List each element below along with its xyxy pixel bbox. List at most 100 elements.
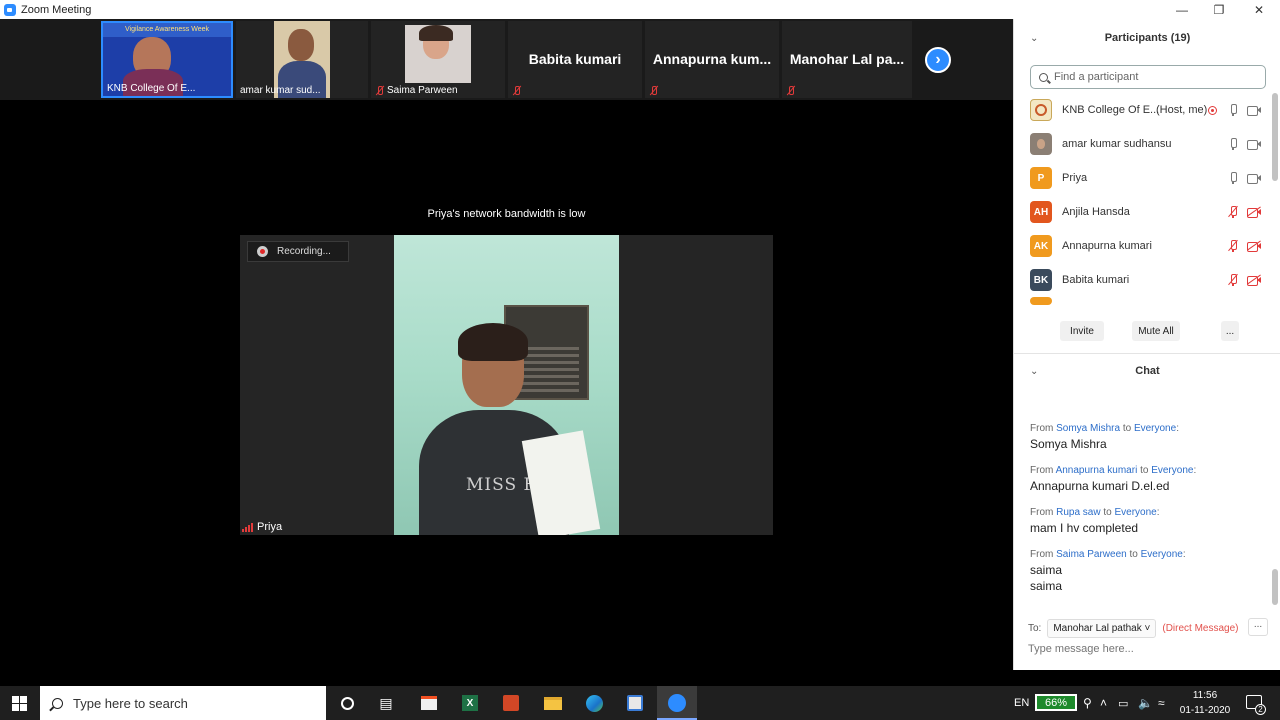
taskbar-search[interactable]: Type here to search <box>40 686 326 720</box>
direct-message-label: (Direct Message) <box>1162 623 1239 634</box>
participant-list: KNB College Of E... (Host, me) amar kuma… <box>1014 93 1272 305</box>
camera-off-icon[interactable] <box>1247 206 1261 218</box>
recording-indicator[interactable]: Recording... <box>247 241 349 262</box>
zoom-icon[interactable] <box>667 693 687 713</box>
cortana-icon[interactable] <box>337 693 357 713</box>
recording-label: Recording... <box>277 246 331 257</box>
chat-recipient-bar: To: Manohar Lal pathak ˅ (Direct Message… <box>1028 619 1239 638</box>
camera-icon[interactable] <box>1247 105 1261 116</box>
chat-message: From Annapurna kumari to Everyone: Annap… <box>1030 465 1270 494</box>
mic-icon[interactable] <box>1228 138 1238 150</box>
battery-indicator[interactable]: 66% <box>1035 694 1077 711</box>
panel-divider <box>1014 353 1280 354</box>
avatar <box>1030 133 1052 155</box>
chat-scrollbar[interactable] <box>1272 569 1278 605</box>
title-bar: Zoom Meeting — ❐ ✕ <box>0 0 1280 19</box>
participant-row[interactable]: BK Babita kumari <box>1014 263 1272 297</box>
avatar: BK <box>1030 269 1052 291</box>
zoom-app-icon <box>4 3 16 16</box>
office-icon[interactable] <box>501 693 521 713</box>
record-icon <box>257 246 268 257</box>
person-face <box>288 29 314 61</box>
muted-mic-icon <box>649 86 658 96</box>
thumbnail-name: Saima Parween <box>375 85 458 96</box>
side-panel: ⌄ Participants (19) Find a participant K… <box>1013 19 1280 670</box>
participant-row[interactable]: P Priya <box>1014 161 1272 195</box>
mic-icon[interactable] <box>1228 172 1238 184</box>
signal-bars-icon <box>242 522 253 532</box>
participant-row[interactable]: AH Anjila Hansda <box>1014 195 1272 229</box>
speaker-name-tag: Priya <box>242 521 282 533</box>
chat-title: Chat <box>1135 365 1160 377</box>
chevron-up-icon[interactable]: ˄ <box>1100 686 1107 720</box>
participant-name: Annapurna kumari <box>1062 240 1152 252</box>
camera-icon[interactable] <box>1247 139 1261 150</box>
recipient-select[interactable]: Manohar Lal pathak ˅ <box>1047 619 1157 638</box>
chat-more-button[interactable]: ... <box>1248 618 1268 636</box>
thumbnail-manohar[interactable]: Manohar Lal pa... <box>782 21 912 98</box>
invite-button[interactable]: Invite <box>1060 321 1104 341</box>
wifi-icon[interactable]: ≈ <box>1158 686 1165 720</box>
file-explorer-icon[interactable] <box>543 693 563 713</box>
camera-off-icon[interactable] <box>1247 240 1261 252</box>
close-button[interactable]: ✕ <box>1239 0 1279 19</box>
chat-message: From Saima Parween to Everyone: saima sa… <box>1030 549 1270 594</box>
avatar: AH <box>1030 201 1052 223</box>
chat-message-input[interactable] <box>1028 643 1268 655</box>
windows-start-icon[interactable] <box>12 696 27 711</box>
participant-row[interactable]: AK Annapurna kumari <box>1014 229 1272 263</box>
participant-name: Anjila Hansda <box>1062 206 1130 218</box>
participant-search-placeholder: Find a participant <box>1054 71 1139 83</box>
participant-name: KNB College Of E... <box>1062 104 1160 116</box>
photos-icon[interactable] <box>625 693 645 713</box>
chat-messages: From Somya Mishra to Everyone: Somya Mis… <box>1014 389 1272 609</box>
thumbnail-saima[interactable]: Saima Parween <box>371 21 505 98</box>
muted-mic-icon[interactable] <box>1228 205 1238 218</box>
microphone-tray-icon[interactable]: ⚲ <box>1083 686 1092 720</box>
muted-mic-icon[interactable] <box>1228 239 1238 252</box>
chevron-down-icon: ˅ <box>1144 623 1151 634</box>
meeting-area: Vigilance Awareness Week KNB College Of … <box>0 19 1013 670</box>
next-page-button[interactable]: › <box>925 47 951 73</box>
camera-icon[interactable] <box>1247 173 1261 184</box>
system-clock[interactable]: 11:56 01-11-2020 <box>1177 688 1233 718</box>
language-indicator[interactable]: EN <box>1014 686 1029 720</box>
bandwidth-notice: Priya's network bandwidth is low <box>427 208 586 220</box>
active-speaker-video[interactable]: Recording... MISS FANC Priya <box>240 235 773 535</box>
participants-scrollbar[interactable] <box>1272 93 1278 181</box>
participant-row[interactable]: amar kumar sudhansu <box>1014 127 1272 161</box>
thumbnail-strip: Vigilance Awareness Week KNB College Of … <box>0 19 1013 100</box>
participant-row[interactable]: KNB College Of E... (Host, me) <box>1014 93 1272 127</box>
battery-tray-icon[interactable]: ▭ <box>1118 686 1128 720</box>
chat-text: Somya Mishra <box>1030 437 1107 451</box>
chevron-right-icon: › <box>935 51 941 68</box>
minimize-button[interactable]: — <box>1162 0 1202 19</box>
participant-search[interactable]: Find a participant <box>1030 65 1266 89</box>
restore-button[interactable]: ❐ <box>1199 0 1239 19</box>
excel-icon[interactable]: X <box>460 693 480 713</box>
store-icon[interactable] <box>419 693 439 713</box>
thumbnail-amar[interactable]: amar kumar sud... <box>236 21 368 98</box>
clock-date: 01-11-2020 <box>1179 705 1231 716</box>
participant-name: amar kumar sudhansu <box>1062 138 1172 150</box>
camera-off-icon[interactable] <box>1247 274 1261 286</box>
participant-name: Priya <box>1062 172 1088 184</box>
speaker-name: Priya <box>257 521 283 533</box>
host-tag: (Host, me) <box>1156 104 1208 116</box>
speaker-icon[interactable]: 🔈 <box>1138 686 1153 720</box>
search-icon <box>1039 72 1048 82</box>
muted-mic-icon <box>786 86 795 96</box>
more-options-button[interactable]: ... <box>1221 321 1239 341</box>
thumbnail-knb-college[interactable]: Vigilance Awareness Week KNB College Of … <box>101 21 233 98</box>
thumbnail-annapurna[interactable]: Annapurna kum... <box>645 21 779 98</box>
avatar <box>1030 297 1052 305</box>
chat-text: saima saima <box>1030 563 1063 593</box>
thumbnail-babita[interactable]: Babita kumari <box>508 21 642 98</box>
mute-all-button[interactable]: Mute All <box>1132 321 1180 341</box>
participant-row[interactable] <box>1014 297 1272 305</box>
muted-mic-icon[interactable] <box>1228 273 1238 286</box>
task-view-icon[interactable]: ▤ <box>376 693 396 713</box>
thumbnail-name: amar kumar sud... <box>240 85 321 96</box>
mic-icon[interactable] <box>1228 104 1238 116</box>
edge-icon[interactable] <box>584 693 604 713</box>
